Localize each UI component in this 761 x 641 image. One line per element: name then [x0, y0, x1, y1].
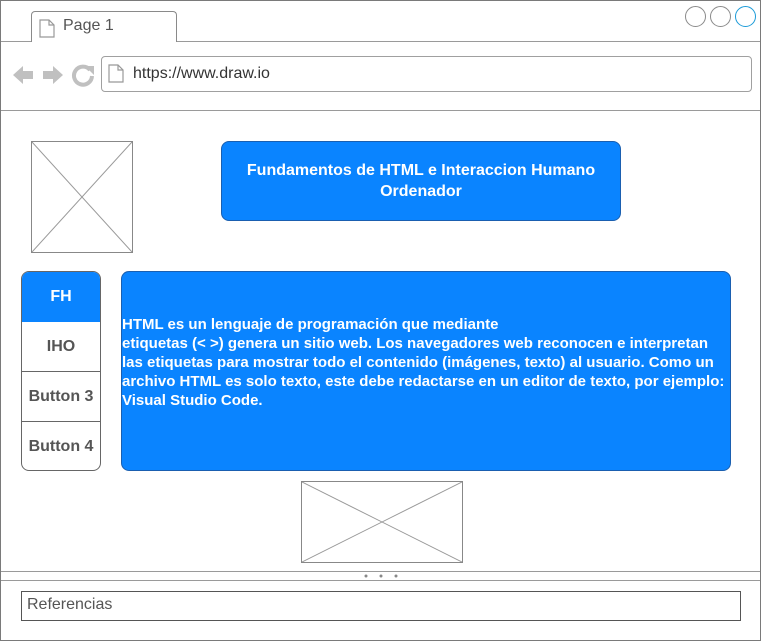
browser-window: Page 1 https://www.draw.io Fundamentos d… — [0, 0, 761, 641]
image-placeholder — [301, 481, 463, 563]
splitter-line — [1, 580, 760, 581]
address-bar[interactable]: https://www.draw.io — [101, 56, 752, 92]
image-placeholder-icon — [32, 142, 132, 252]
content-text: HTML es un lenguaje de programación que … — [122, 316, 725, 409]
url-text: https://www.draw.io — [133, 65, 270, 82]
maximize-button[interactable] — [710, 6, 731, 27]
references-label: Referencias — [27, 596, 113, 613]
address-bar-divider — [1, 110, 760, 111]
image-placeholder — [31, 141, 133, 253]
references-box[interactable]: Referencias — [21, 591, 741, 621]
tab-label: Page 1 — [63, 17, 114, 34]
nav-button-iho[interactable]: IHO — [22, 322, 100, 372]
vertical-nav: FH IHO Button 3 Button 4 — [21, 271, 101, 471]
page-icon — [39, 19, 55, 38]
minimize-button[interactable] — [685, 6, 706, 27]
reload-icon[interactable] — [71, 63, 95, 87]
nav-button-4[interactable]: Button 4 — [22, 422, 100, 470]
arrow-right-icon[interactable] — [41, 63, 65, 87]
tab-page-1[interactable]: Page 1 — [31, 11, 177, 42]
content-panel: HTML es un lenguaje de programación que … — [121, 271, 731, 471]
page-title: Fundamentos de HTML e Interaccion Humano… — [246, 162, 596, 200]
arrow-left-icon[interactable] — [11, 63, 35, 87]
nav-button-3[interactable]: Button 3 — [22, 372, 100, 422]
page-title-box: Fundamentos de HTML e Interaccion Humano… — [221, 141, 621, 221]
close-button[interactable] — [735, 6, 756, 27]
nav-button-fh[interactable]: FH — [22, 272, 100, 322]
image-placeholder-icon — [302, 482, 462, 562]
page-icon — [108, 64, 124, 83]
